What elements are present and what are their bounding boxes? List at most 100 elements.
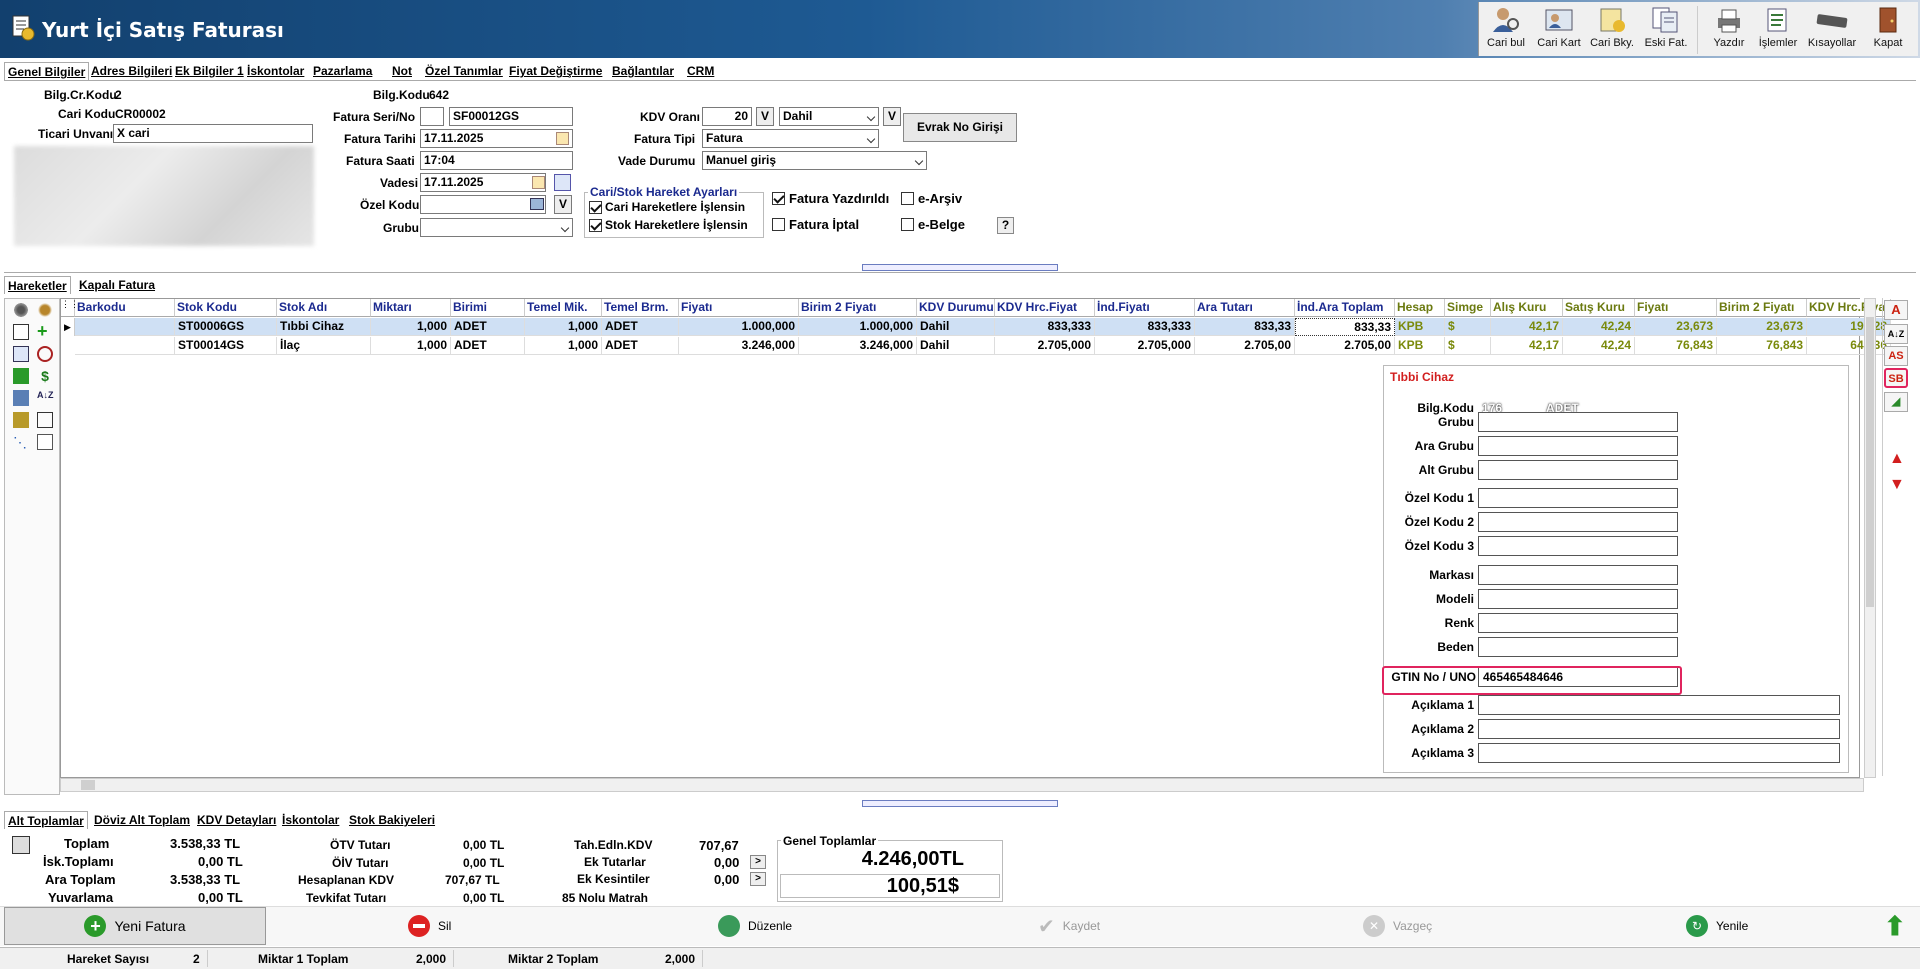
- column-header[interactable]: Birimi: [451, 299, 525, 317]
- column-header[interactable]: Fiyatı: [679, 299, 799, 317]
- fatura-yazdirildi-checkbox[interactable]: [772, 192, 785, 205]
- table-cell[interactable]: 1,000: [371, 337, 451, 355]
- e-belge-checkbox[interactable]: [901, 218, 914, 231]
- stok-hareket-checkbox[interactable]: [589, 219, 602, 232]
- tab-doviz-alt-toplam[interactable]: Döviz Alt Toplam: [91, 811, 193, 829]
- table-cell[interactable]: 42,24: [1563, 318, 1635, 336]
- tab-alt-toplamlar[interactable]: Alt Toplamlar: [4, 811, 88, 829]
- tab-stok-bakiyeleri[interactable]: Stok Bakiyeleri: [346, 811, 438, 829]
- as-button[interactable]: AS: [1884, 346, 1908, 366]
- sil-button[interactable]: Sil: [408, 907, 451, 945]
- table-cell[interactable]: 833,33: [1195, 318, 1295, 336]
- column-header[interactable]: Alış Kuru: [1491, 299, 1563, 317]
- binoculars-icon[interactable]: [13, 390, 29, 406]
- table-cell[interactable]: ADET: [451, 318, 525, 336]
- font-a-button[interactable]: A: [1884, 300, 1908, 320]
- fatura-tarihi-input[interactable]: 17.11.2025: [420, 129, 573, 148]
- table-cell[interactable]: 2.705,000: [995, 337, 1095, 355]
- columns-icon[interactable]: [37, 412, 53, 428]
- islemler-button[interactable]: İşlemler: [1751, 4, 1805, 56]
- tab-iskontolar-totals[interactable]: İskontolar: [279, 811, 342, 829]
- table-cell[interactable]: 76,843: [1717, 337, 1807, 355]
- table-cell[interactable]: Tıbbi Cihaz: [277, 318, 371, 336]
- column-header[interactable]: İnd.Ara Toplam: [1295, 299, 1395, 317]
- table-cell[interactable]: 1,000: [525, 337, 602, 355]
- detail-field-input[interactable]: [1478, 589, 1678, 609]
- table-cell[interactable]: KPB: [1395, 318, 1445, 336]
- detail-field-input[interactable]: [1478, 436, 1678, 456]
- tab-crm[interactable]: CRM: [684, 62, 717, 80]
- column-header[interactable]: Ara Tutarı: [1195, 299, 1295, 317]
- detail-field-input[interactable]: [1478, 743, 1840, 763]
- scroll-top-icon[interactable]: ⬆: [1884, 907, 1906, 945]
- column-header[interactable]: Simge: [1445, 299, 1491, 317]
- ticari-unvani-input[interactable]: X cari: [113, 124, 313, 143]
- vade-durumu-select[interactable]: Manuel giriş: [702, 151, 927, 170]
- detail-field-input[interactable]: [1478, 460, 1678, 480]
- table-cell[interactable]: İlaç: [277, 337, 371, 355]
- tab-kapali-fatura[interactable]: Kapalı Fatura: [76, 276, 158, 294]
- yeni-fatura-button[interactable]: + Yeni Fatura: [4, 907, 266, 945]
- table-cell[interactable]: 833,333: [1095, 318, 1195, 336]
- calendar-icon[interactable]: [556, 132, 569, 145]
- grid-vertical-scrollbar[interactable]: [1864, 298, 1876, 778]
- table-cell[interactable]: ST00006GS: [175, 318, 277, 336]
- import-icon[interactable]: [13, 368, 29, 384]
- column-header[interactable]: Birim 2 Fiyatı: [799, 299, 917, 317]
- table-cell[interactable]: ADET: [451, 337, 525, 355]
- table-cell[interactable]: 1,000: [371, 318, 451, 336]
- table-cell[interactable]: 1.000,000: [679, 318, 799, 336]
- table-cell[interactable]: KPB: [1395, 337, 1445, 355]
- table-cell[interactable]: Dahil: [917, 318, 995, 336]
- table-cell[interactable]: [75, 318, 175, 336]
- eski-fat-button[interactable]: Eski Fat.: [1639, 4, 1693, 56]
- kisayollar-button[interactable]: Kısayollar: [1805, 4, 1859, 56]
- table-cell[interactable]: Dahil: [917, 337, 995, 355]
- tab-ozel-tanimlar[interactable]: Özel Tanımlar: [422, 62, 506, 80]
- tab-hareketler[interactable]: Hareketler: [4, 276, 71, 294]
- table-cell[interactable]: $: [1445, 318, 1491, 336]
- detail-field-input[interactable]: [1478, 512, 1678, 532]
- cari-bky-button[interactable]: Cari Bky.: [1585, 4, 1639, 56]
- kdv-dahil-v-button[interactable]: V: [883, 107, 901, 126]
- currency-icon[interactable]: $: [37, 368, 53, 384]
- table-cell[interactable]: 23,673: [1635, 318, 1717, 336]
- tab-iskontolar[interactable]: İskontolar: [244, 62, 307, 80]
- tab-fiyat-degistirme[interactable]: Fiyat Değiştirme: [506, 62, 605, 80]
- table-cell[interactable]: 2.705,000: [1095, 337, 1195, 355]
- grubu-select[interactable]: [420, 218, 573, 237]
- vade-calendar-icon[interactable]: [532, 176, 545, 189]
- detail-field-input[interactable]: [1478, 637, 1678, 657]
- detail-field-input[interactable]: [1478, 719, 1840, 739]
- detail-field-input[interactable]: [1478, 565, 1678, 585]
- help-button[interactable]: ?: [997, 217, 1014, 234]
- tab-genel-bilgiler[interactable]: Genel Bilgiler: [4, 62, 90, 80]
- detail-field-input[interactable]: [1478, 536, 1678, 556]
- evrak-no-button[interactable]: Evrak No Girişi: [903, 113, 1017, 142]
- column-header[interactable]: KDV Hrc.Fiyat: [1807, 299, 1891, 317]
- detail-field-input[interactable]: [1478, 695, 1840, 715]
- fatura-iptal-checkbox[interactable]: [772, 218, 785, 231]
- notes-icon[interactable]: [37, 434, 53, 450]
- column-header[interactable]: KDV Durumu: [917, 299, 995, 317]
- kdv-dahil-select[interactable]: Dahil: [779, 107, 879, 126]
- table-cell[interactable]: ADET: [602, 337, 679, 355]
- yenile-button[interactable]: ↻ Yenile: [1686, 907, 1748, 945]
- detail-field-input[interactable]: [1478, 488, 1678, 508]
- document-icon[interactable]: [13, 346, 29, 362]
- gear-icon[interactable]: [13, 302, 29, 318]
- ek-tutarlar-button[interactable]: >: [750, 855, 766, 869]
- column-header[interactable]: Birim 2 Fiyatı: [1717, 299, 1807, 317]
- table-cell[interactable]: 1,000: [525, 318, 602, 336]
- kaydet-button[interactable]: ✔ Kaydet: [1038, 907, 1100, 945]
- new-row-icon[interactable]: [13, 324, 29, 340]
- table-cell[interactable]: 42,17: [1491, 318, 1563, 336]
- table-cell[interactable]: 2.705,00: [1195, 337, 1295, 355]
- column-header[interactable]: Barkodu: [75, 299, 175, 317]
- column-header[interactable]: Temel Mik.: [525, 299, 602, 317]
- search-icon[interactable]: [37, 346, 53, 362]
- table-cell[interactable]: 833,33: [1295, 318, 1395, 336]
- grid-hscroll-thumb[interactable]: [81, 780, 95, 790]
- ek-kesintiler-button[interactable]: >: [750, 872, 766, 886]
- kdv-orani-input[interactable]: 20: [702, 107, 752, 126]
